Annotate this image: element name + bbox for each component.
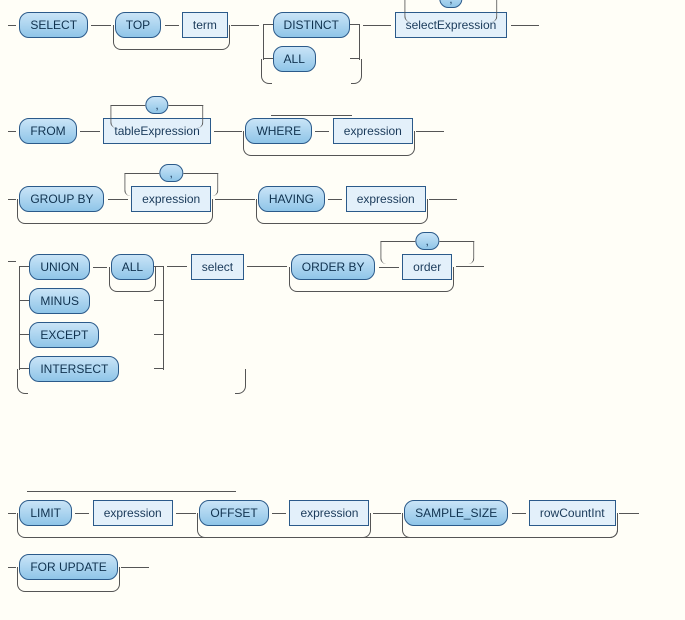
ref-term: term (182, 12, 228, 38)
rail-row-setops: UNION ALL MINUS EXCEPT INTERSECT select … (8, 254, 677, 382)
opt-union-all: ALL (111, 254, 154, 280)
rail-row-limit: LIMIT expression OFFSET expression SAMPL… (8, 500, 677, 526)
opt-where: WHERE expression (245, 118, 412, 144)
loop-table-expression: , tableExpression (103, 118, 210, 144)
kw-from: FROM (19, 118, 76, 144)
ref-where-expression: expression (333, 118, 413, 144)
kw-all: ALL (273, 46, 316, 72)
ref-row-count-int: rowCountInt (529, 500, 616, 526)
rail-row-from: FROM , tableExpression WHERE expression (8, 118, 677, 144)
loop-order: , order (402, 254, 452, 280)
kw-for-update: FOR UPDATE (19, 554, 117, 580)
alt-setops: UNION ALL MINUS EXCEPT INTERSECT (19, 254, 164, 382)
loop-comma: , (145, 96, 168, 114)
loop-comma: , (160, 164, 183, 182)
kw-offset: OFFSET (199, 500, 268, 526)
kw-except: EXCEPT (29, 322, 99, 348)
ref-offset-expression: expression (289, 500, 369, 526)
loop-comma: , (416, 232, 439, 250)
opt-group-by: GROUP BY , expression (19, 186, 211, 212)
kw-intersect: INTERSECT (29, 356, 119, 382)
opt-order-by: ORDER BY , order (291, 254, 452, 280)
kw-where: WHERE (245, 118, 312, 144)
kw-top: TOP (115, 12, 161, 38)
loop-group-expression: , expression (131, 186, 211, 212)
kw-sample-size: SAMPLE_SIZE (404, 500, 508, 526)
kw-having: HAVING (258, 186, 325, 212)
rail-row-group: GROUP BY , expression HAVING expression (8, 186, 677, 212)
kw-union-all: ALL (111, 254, 154, 280)
ref-having-expression: expression (346, 186, 426, 212)
rail-row-select: SELECT TOP term DISTINCT ALL , selectExp… (8, 12, 677, 72)
opt-distinct-all: DISTINCT ALL (263, 12, 360, 72)
ref-limit-expression: expression (93, 500, 173, 526)
opt-top: TOP term (115, 12, 228, 38)
kw-group-by: GROUP BY (19, 186, 104, 212)
alt-distinct-all: DISTINCT ALL (263, 12, 360, 72)
opt-setop: UNION ALL MINUS EXCEPT INTERSECT select (19, 254, 244, 382)
opt-for-update: FOR UPDATE (19, 554, 117, 580)
loop-comma: , (439, 0, 462, 8)
kw-distinct: DISTINCT (273, 12, 350, 38)
rail-row-for-update: FOR UPDATE (8, 554, 677, 580)
opt-offset: OFFSET expression (199, 500, 369, 526)
opt-having: HAVING expression (258, 186, 426, 212)
loop-select-expression: , selectExpression (395, 12, 508, 38)
kw-limit: LIMIT (19, 500, 72, 526)
opt-sample-size: SAMPLE_SIZE rowCountInt (404, 500, 615, 526)
ref-select: select (191, 254, 244, 280)
kw-order-by: ORDER BY (291, 254, 376, 280)
opt-limit: LIMIT expression OFFSET expression SAMPL… (19, 500, 615, 526)
kw-minus: MINUS (29, 288, 90, 314)
kw-select: SELECT (19, 12, 88, 38)
kw-union: UNION (29, 254, 90, 280)
